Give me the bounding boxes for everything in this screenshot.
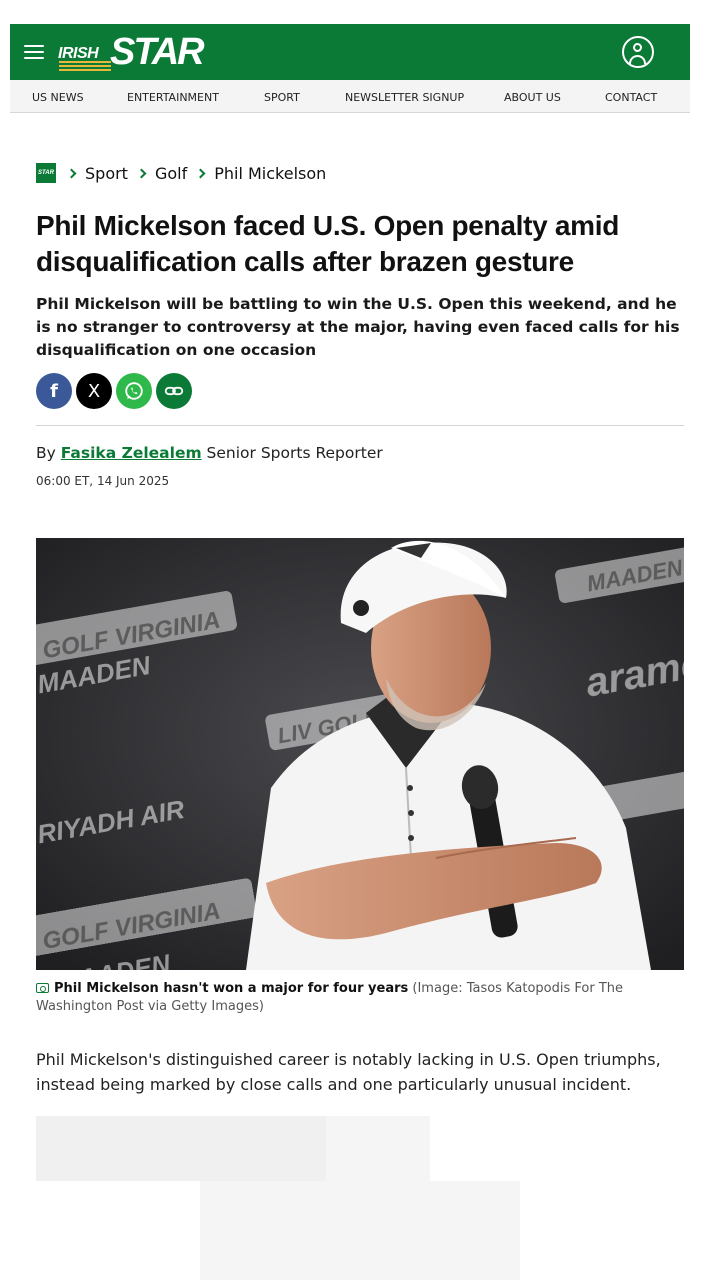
ad-placeholder: [326, 1116, 430, 1181]
camera-icon: [36, 983, 49, 993]
x-share-button[interactable]: X: [76, 373, 112, 409]
logo-small-text: IRISH: [58, 45, 99, 62]
byline-prefix: By: [36, 444, 56, 462]
article-headline: Phil Mickelson faced U.S. Open penalty a…: [36, 210, 620, 277]
nav-entertainment[interactable]: ENTERTAINMENT: [127, 91, 219, 104]
menu-icon[interactable]: [24, 44, 44, 60]
author-role: Senior Sports Reporter: [206, 444, 383, 462]
publish-timestamp: 06:00 ET, 14 Jun 2025: [36, 474, 170, 488]
site-header: IRISH STAR: [10, 24, 690, 80]
nav-contact[interactable]: CONTACT: [605, 91, 657, 104]
account-icon[interactable]: [622, 36, 654, 68]
breadcrumb-phil-mickelson[interactable]: Phil Mickelson: [214, 164, 326, 183]
x-icon: X: [87, 380, 101, 402]
nav-sport[interactable]: SPORT: [264, 91, 300, 104]
article-standfirst: Phil Mickelson will be battling to win t…: [36, 295, 680, 359]
facebook-icon: f: [50, 380, 58, 402]
facebook-share-button[interactable]: f: [36, 373, 72, 409]
nav-us-news[interactable]: US NEWS: [32, 91, 84, 104]
site-logo[interactable]: IRISH STAR: [58, 30, 205, 74]
top-nav: US NEWS ENTERTAINMENT SPORT NEWSLETTER S…: [10, 80, 690, 113]
nav-about-us[interactable]: ABOUT US: [504, 91, 561, 104]
chevron-right-icon: [66, 168, 77, 178]
whatsapp-share-button[interactable]: [116, 373, 152, 409]
image-caption: Phil Mickelson hasn't won a major for fo…: [36, 980, 684, 1016]
link-icon: [164, 386, 184, 396]
author-link[interactable]: Fasika Zelealem: [61, 444, 202, 462]
copy-link-button[interactable]: [156, 373, 192, 409]
chevron-right-icon: [195, 168, 206, 178]
logo-big-text: STAR: [110, 31, 205, 73]
breadcrumb-home-logo[interactable]: STAR: [36, 163, 56, 183]
breadcrumb: STAR Sport Golf Phil Mickelson: [36, 162, 326, 184]
caption-text: Phil Mickelson hasn't won a major for fo…: [54, 981, 409, 996]
share-bar: f X: [36, 373, 192, 409]
breadcrumb-golf[interactable]: Golf: [155, 164, 187, 183]
whatsapp-icon: [125, 382, 143, 400]
breadcrumb-sport[interactable]: Sport: [85, 164, 128, 183]
hero-image[interactable]: MAADEN RIYADH AIR aramco MAADEN GOLF VIR…: [36, 538, 684, 970]
chevron-right-icon: [136, 168, 147, 178]
nav-newsletter-signup[interactable]: NEWSLETTER SIGNUP: [345, 91, 464, 104]
byline: By Fasika Zelealem Senior Sports Reporte…: [36, 444, 383, 462]
divider: [36, 425, 684, 426]
article-paragraph: Phil Mickelson's distinguished career is…: [36, 1050, 661, 1094]
hero-photo-illustration: MAADEN RIYADH AIR aramco MAADEN GOLF VIR…: [36, 538, 684, 970]
ad-placeholder: [36, 1116, 326, 1181]
ad-placeholder: [200, 1181, 520, 1280]
